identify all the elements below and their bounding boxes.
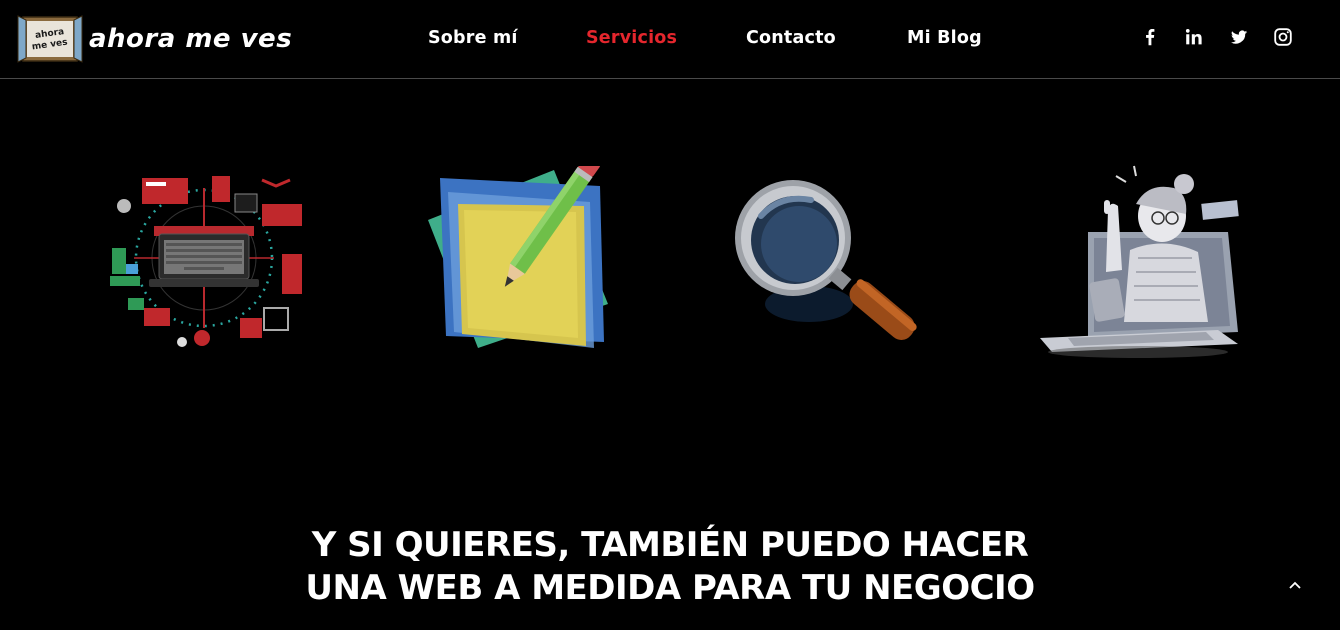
online-teacher-laptop-illustration [1038,162,1244,362]
facebook-icon[interactable] [1139,26,1161,48]
cta-heading: Y SI QUIERES, TAMBIÉN PUEDO HACER UNA WE… [0,524,1340,610]
scroll-to-top-button[interactable] [1281,571,1309,599]
linkedin-icon[interactable] [1183,26,1205,48]
instagram-icon[interactable] [1272,26,1294,48]
twitter-icon[interactable] [1228,26,1250,48]
nav-item-servicios[interactable]: Servicios [586,28,677,48]
cta-heading-line1: Y SI QUIERES, TAMBIÉN PUEDO HACER [311,525,1029,565]
nav-item-sobre-mi[interactable]: Sobre mí [428,28,518,48]
cta-heading-line2: UNA WEB A MEDIDA PARA TU NEGOCIO [305,568,1035,608]
site-header: ahora me ves ahora me ves Sobre mí Servi… [0,0,1340,79]
nav-item-mi-blog[interactable]: Mi Blog [907,28,982,48]
magnifying-glass-illustration [733,164,923,364]
sticky-notes-pencil-illustration [424,155,610,352]
chevron-up-icon [1289,581,1301,589]
digital-marketing-illustration [104,168,304,354]
nav-item-contacto[interactable]: Contacto [746,28,836,48]
